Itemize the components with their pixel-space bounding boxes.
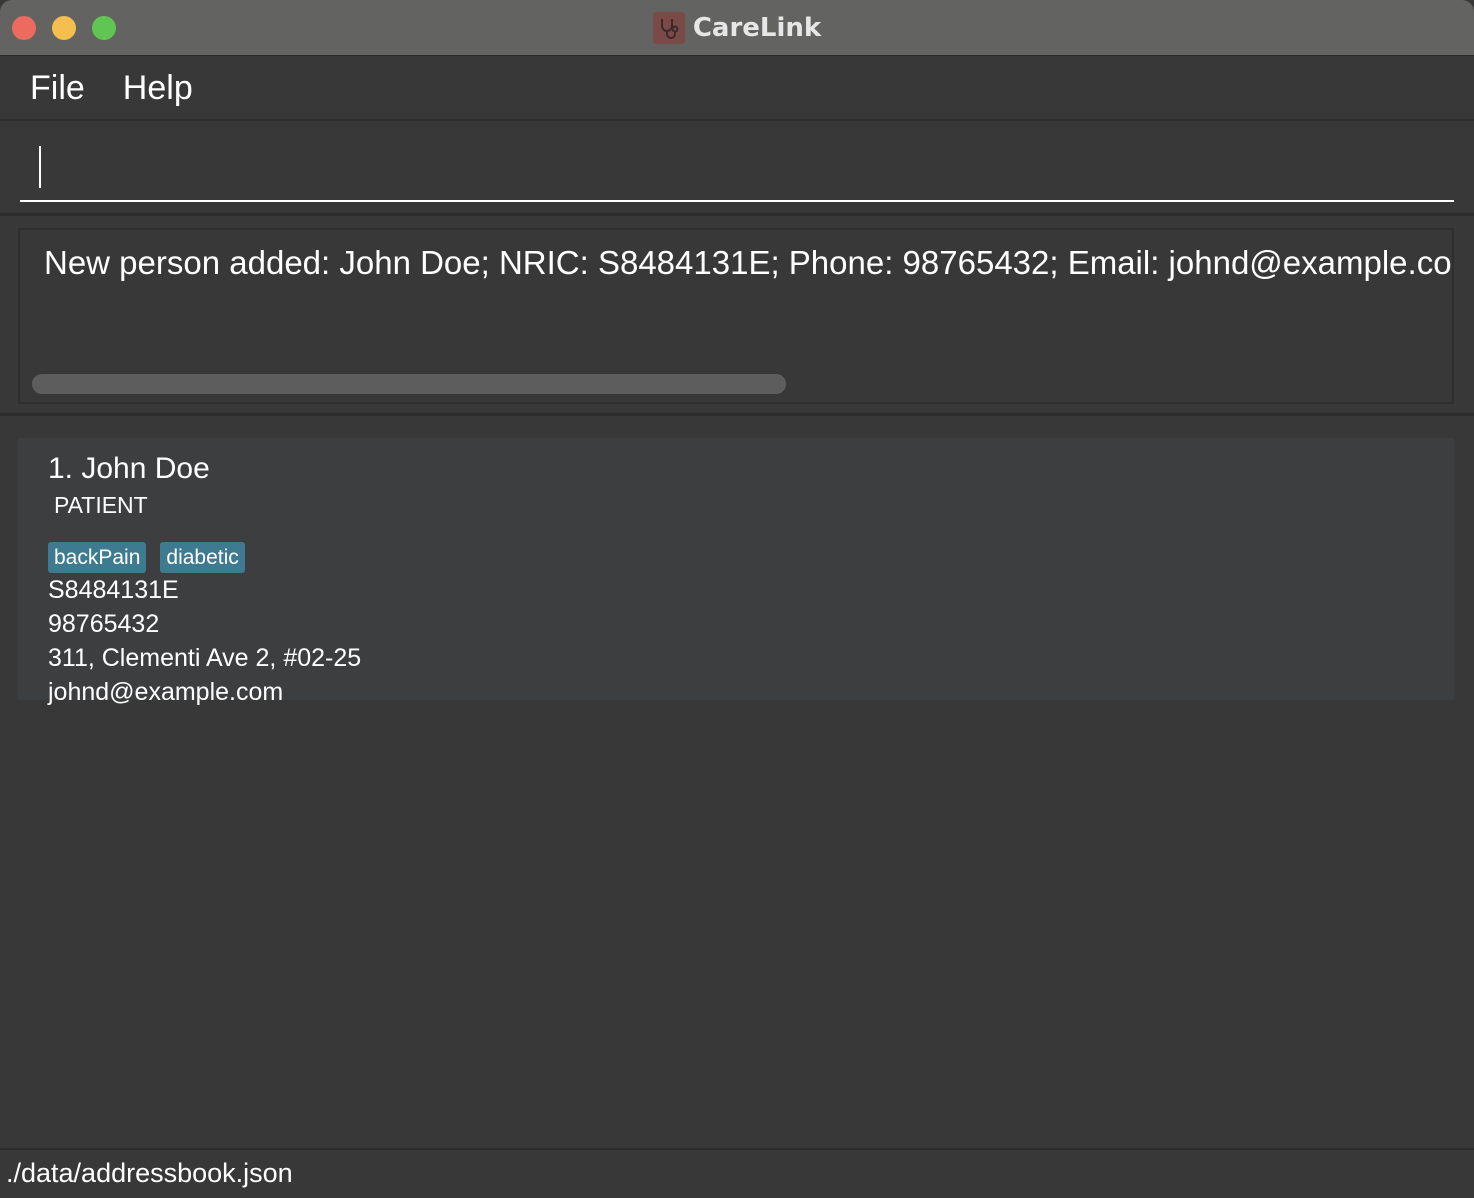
person-address: 311, Clementi Ave 2, #02-25 [48,644,362,672]
command-box [0,122,1474,216]
menu-bar: File Help [0,57,1474,121]
tag-backpain: backPain [48,542,147,573]
result-display-panel: New person added: John Doe; NRIC: S84841… [0,218,1474,416]
stethoscope-icon [660,19,679,39]
app-icon [652,12,685,44]
horizontal-scrollbar[interactable] [32,374,786,394]
menu-help[interactable]: Help [123,69,193,108]
person-list: 1. John Doe PATIENT backPain diabetic S8… [0,418,1474,1148]
person-tags: backPain diabetic [48,542,245,573]
window-title-group: CareLink [0,0,1474,56]
text-caret [39,146,41,188]
person-name: 1. John Doe [48,452,210,485]
person-email: johnd@example.com [48,678,284,706]
person-role: PATIENT [54,492,148,518]
person-nric: S8484131E [48,576,179,604]
result-display[interactable]: New person added: John Doe; NRIC: S84841… [18,228,1454,404]
save-file-path: ./data/addressbook.json [6,1158,293,1188]
person-card[interactable]: 1. John Doe PATIENT backPain diabetic S8… [18,438,1454,706]
tag-diabetic: diabetic [160,542,245,573]
person-phone: 98765432 [48,610,160,638]
carelink-window: CareLink File Help New person added: Joh… [0,0,1474,1198]
title-bar[interactable]: CareLink [0,0,1474,56]
status-bar: ./data/addressbook.json [0,1148,1474,1198]
result-message: New person added: John Doe; NRIC: S84841… [44,244,1454,281]
menu-file[interactable]: File [30,69,85,108]
window-title: CareLink [692,13,822,43]
command-input[interactable] [20,142,1454,202]
